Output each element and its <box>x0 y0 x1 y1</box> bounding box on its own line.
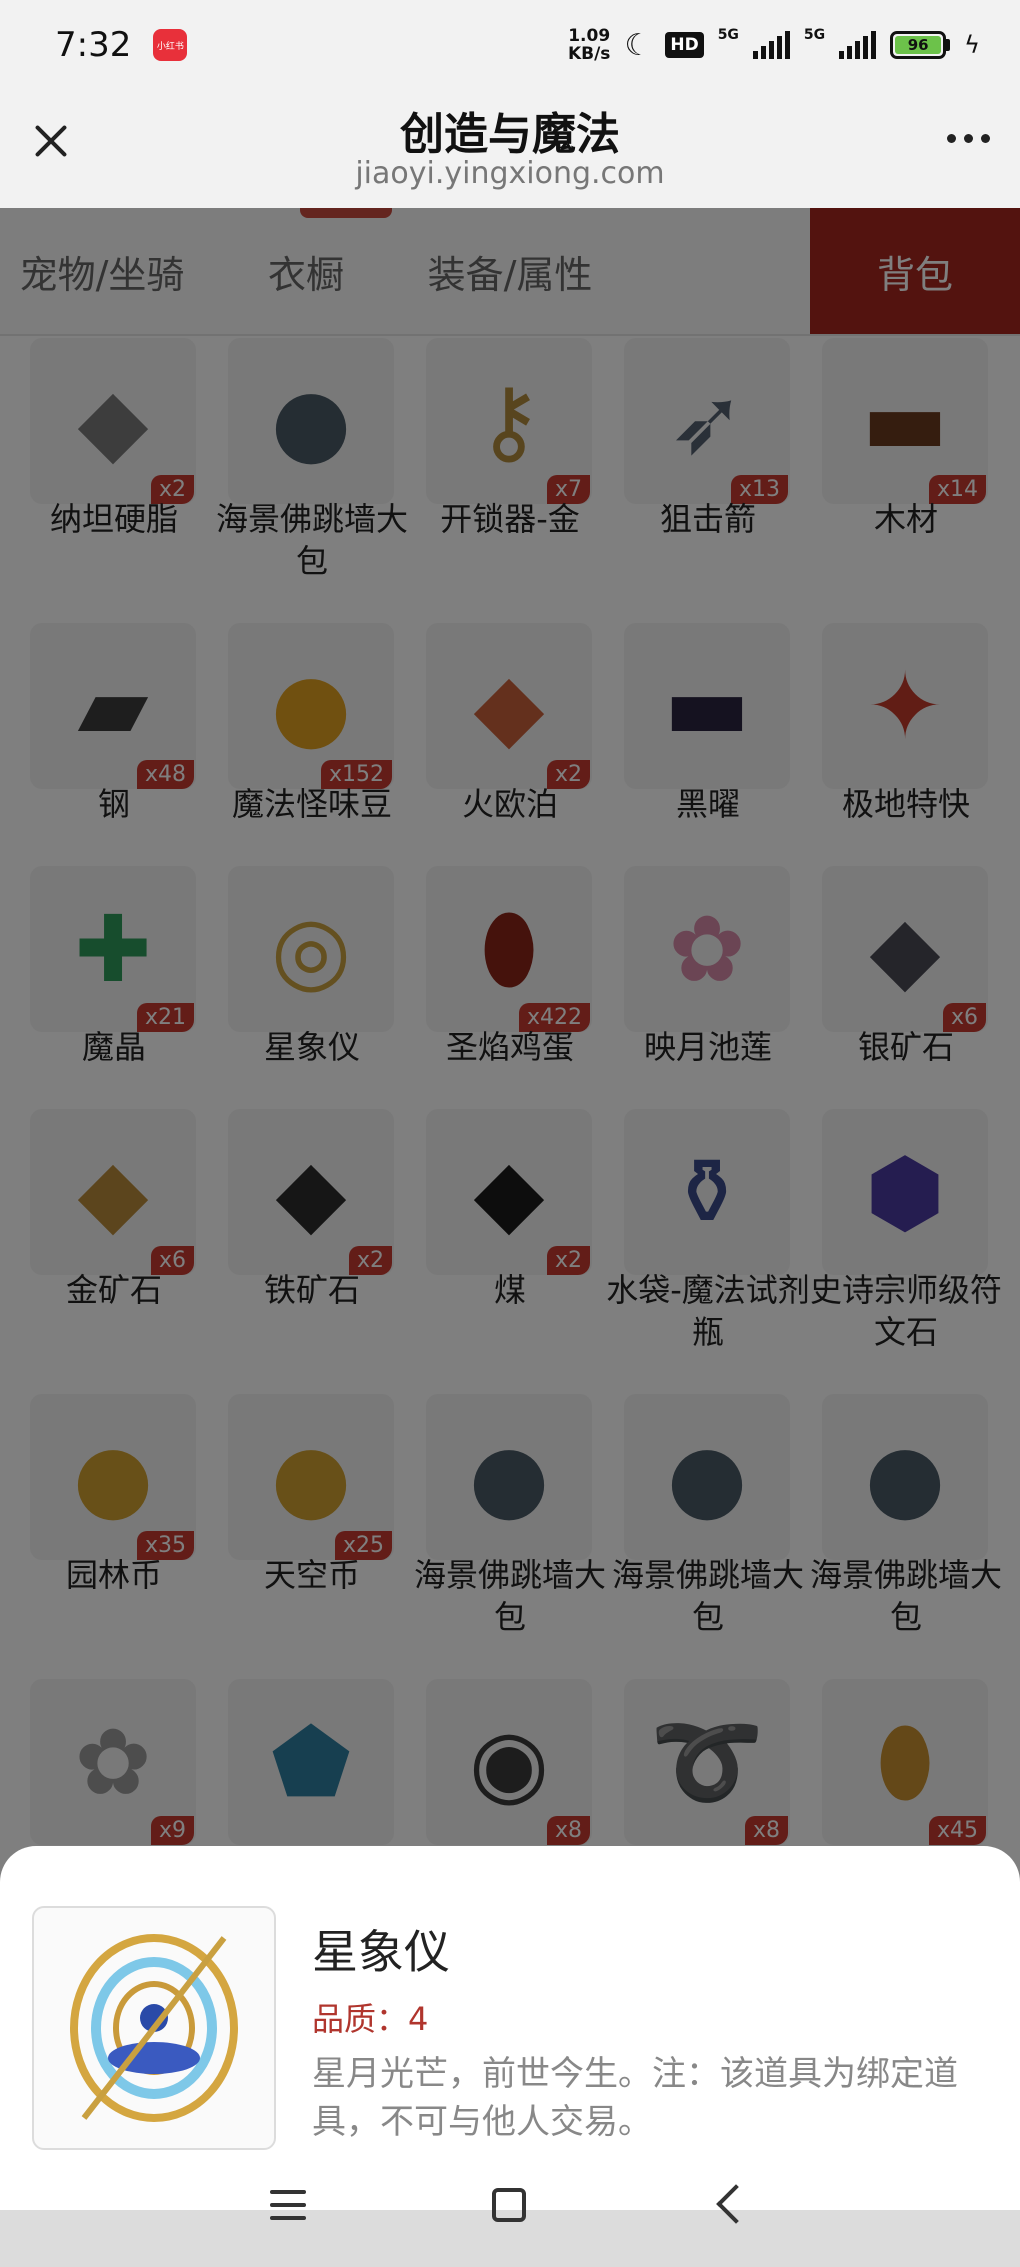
item-quality: 品质：4 <box>312 2000 429 2038</box>
back-icon[interactable] <box>716 2184 756 2224</box>
signal-icon-1 <box>752 31 790 59</box>
hd-icon: HD <box>665 32 704 58</box>
battery-icon: 96 <box>890 31 951 59</box>
status-time: 7:32 <box>55 25 132 65</box>
status-bar: 7:32 小红书 1.09 KB/s ☾ HD 5G 5G 96 ϟ <box>0 0 1020 90</box>
signal-icon-2 <box>839 31 877 59</box>
system-navigation-bar <box>0 2150 1020 2267</box>
more-options-icon[interactable] <box>947 134 990 143</box>
battery-level: 96 <box>895 36 942 54</box>
item-name: 星象仪 <box>312 1925 450 1979</box>
page-title: 创造与魔法 <box>400 109 620 160</box>
recent-apps-icon[interactable] <box>270 2190 306 2220</box>
status-indicators: 1.09 KB/s ☾ HD 5G 5G 96 ϟ <box>568 27 980 63</box>
charging-icon: ϟ <box>964 31 980 59</box>
moon-icon: ☾ <box>624 27 652 63</box>
home-icon[interactable] <box>492 2188 526 2222</box>
network-type-1: 5G <box>717 27 739 43</box>
network-speed: 1.09 KB/s <box>567 26 611 64</box>
page-url: jiaoyi.yingxiong.com <box>355 156 665 191</box>
item-description: 星月光芒，前世今生。注：该道具为绑定道具，不可与他人交易。 <box>312 2054 958 2142</box>
network-type-2: 5G <box>803 27 826 43</box>
xiaohongshu-app-icon: 小红书 <box>153 29 188 61</box>
browser-header: 创造与魔法 jiaoyi.yingxiong.com <box>0 90 1020 208</box>
astrolabe-icon <box>32 1906 276 2150</box>
